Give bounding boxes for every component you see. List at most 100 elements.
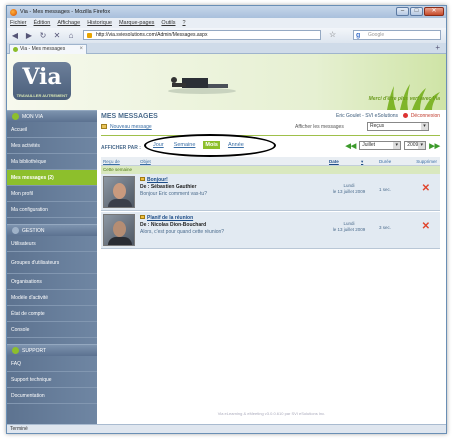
tab-via-messages[interactable]: Via - Mes messages × [9,44,87,54]
url-text: http://via.sviesolutions.com/Admin/Messa… [96,32,208,38]
envelope-icon [140,177,145,181]
url-bar[interactable]: http://via.sviesolutions.com/Admin/Messa… [83,30,321,40]
stop-icon[interactable]: ✕ [52,31,62,40]
site-favicon-icon [87,33,92,38]
sidebar-section-label: SUPPORT [22,347,47,354]
column-date[interactable]: Date [329,159,339,164]
sidebar-item-label: Documentation [11,392,45,399]
page-title: MES MESSAGES [101,113,158,120]
menu-outils[interactable]: Outils [161,20,175,26]
user-name: Eric Goulet - SVI eSolutions [336,113,399,119]
message-subject-link[interactable]: Bonjour! [140,177,207,184]
delete-icon[interactable]: ✕ [422,221,430,232]
menu-marque-pages[interactable]: Marque-pages [119,20,154,26]
back-arrow-icon[interactable]: ◀ [10,31,20,40]
banner-laptop-illustration [168,77,236,94]
table-row[interactable]: Planif de la réunion De : Nicolas Dion-B… [101,212,440,249]
sidebar-item-faq[interactable]: FAQ [7,356,97,372]
sidebar-item-ma-bibliotheque[interactable]: Ma bibliothèque [7,154,97,170]
sidebar-item-label: Support technique [11,376,52,383]
message-filter-label: Afficher les messages [295,124,344,130]
sidebar-item-ma-configuration[interactable]: Ma configuration [7,202,97,218]
avatar [103,176,135,208]
sidebar-section-support: SUPPORT [7,344,97,356]
gestion-icon [12,227,19,234]
column-subject[interactable]: Objet [140,159,151,164]
afficher-par-label: AFFICHER PAR : [101,145,141,151]
logout-link[interactable]: Déconnexion [411,113,440,119]
tab-close-icon[interactable]: × [79,45,83,54]
site-banner: Via TRAVAILLER AUTREMENT Merci d'être pl… [7,54,446,110]
new-message-link[interactable]: Nouveau message [101,124,152,130]
chevron-down-icon: ▾ [393,142,401,149]
message-subject: Planif de la réunion [147,215,194,221]
minimize-button[interactable]: – [396,7,409,16]
new-message-label: Nouveau message [110,124,152,130]
sidebar-item-documentation[interactable]: Documentation [7,388,97,404]
sidebar-section-gestion: GESTION [7,224,97,236]
sidebar-item-label: État de compte [11,310,45,317]
window-title: Via - Mes messages - Mozilla Firefox [20,9,111,15]
close-window-button[interactable]: ✕ [424,7,444,16]
page-footer: Via eLearning & eMeeting v3.0.0.610 par … [217,411,326,416]
new-tab-icon[interactable]: + [435,43,440,52]
message-subject-link[interactable]: Planif de la réunion [140,215,224,222]
sidebar-item-label: Organisations [11,278,42,285]
menu-historique[interactable]: Historique [87,20,112,26]
year-value: 2009 [407,142,419,148]
support-icon [12,347,19,354]
sidebar-item-utilisateurs[interactable]: Utilisateurs [7,236,97,252]
forward-arrow-icon[interactable]: ▶ [24,31,34,40]
menu-aide[interactable]: ? [182,20,185,26]
reload-icon[interactable]: ↻ [38,31,48,40]
logout-icon[interactable] [403,113,409,118]
column-duration: Durée [379,159,392,164]
menu-affichage[interactable]: Affichage [57,20,80,26]
next-arrow-icon[interactable]: ▶▶ [429,142,440,150]
navigation-toolbar: ◀ ▶ ↻ ✕ ⌂ http://via.sviesolutions.com/A… [7,28,446,43]
table-row[interactable]: Bonjour! De : Sébastien Gauthier Bonjour… [101,174,440,211]
previous-arrow-icon[interactable]: ◀◀ [345,142,356,150]
sidebar-item-label: Mes messages (2) [11,174,54,181]
table-header: Reçu de Objet Date ▾ Durée Supprimer [101,157,440,166]
sidebar-item-etat-de-compte[interactable]: État de compte [7,306,97,322]
month-value: Juillet [362,142,376,148]
sidebar-item-accueil[interactable]: Accueil [7,122,97,138]
title-bar: Via - Mes messages - Mozilla Firefox – □… [7,6,446,18]
sidebar-item-mes-activites[interactable]: Mes activités [7,138,97,154]
search-input[interactable]: g Google [353,30,441,40]
via-logo[interactable]: Via TRAVAILLER AUTREMENT [13,62,71,100]
envelope-icon [140,215,145,219]
mon-via-icon [12,113,19,120]
sidebar-item-label: Modèle d'activité [11,294,49,301]
delete-icon[interactable]: ✕ [422,183,430,194]
highlight-oval [144,134,276,157]
sidebar-item-console[interactable]: Console [7,322,97,338]
sort-down-icon: ▾ [361,159,364,164]
menu-fichier[interactable]: Fichier [10,20,27,26]
column-received[interactable]: Reçu de [103,159,120,164]
sidebar-item-support-technique[interactable]: Support technique [7,372,97,388]
message-filter-select[interactable]: Reçus ▾ [367,122,429,131]
message-preview: Bonjour Eric comment vas-tu? [140,191,207,197]
sidebar-item-modele-activite[interactable]: Modèle d'activité [7,290,97,306]
sidebar-item-label: Console [11,326,30,333]
menu-edition[interactable]: Édition [34,20,51,26]
month-select[interactable]: Juillet ▾ [359,141,402,150]
sidebar-item-organisations[interactable]: Organisations [7,274,97,290]
status-text: Terminé [10,426,28,432]
sidebar-section-label: MON VIA [22,113,44,120]
home-icon[interactable]: ⌂ [66,31,76,40]
sidebar-item-label: Utilisateurs [11,240,36,247]
maximize-button[interactable]: □ [410,7,423,16]
google-icon: g [356,32,361,39]
year-select[interactable]: 2009 ▾ [404,141,427,150]
message-subject: Bonjour! [147,177,168,183]
sidebar-item-mes-messages[interactable]: Mes messages (2) [7,170,97,186]
sidebar-item-mon-profil[interactable]: Mon profil [7,186,97,202]
bookmark-star-icon[interactable]: ☆ [329,30,336,39]
message-preview: Alors, c'est pour quand cette réunion? [140,229,225,235]
chevron-down-icon: ▾ [418,142,426,149]
sidebar-item-groupes[interactable]: Groupes d'utilisateurs [7,252,97,274]
message-duration: 3 sec. [379,225,392,230]
